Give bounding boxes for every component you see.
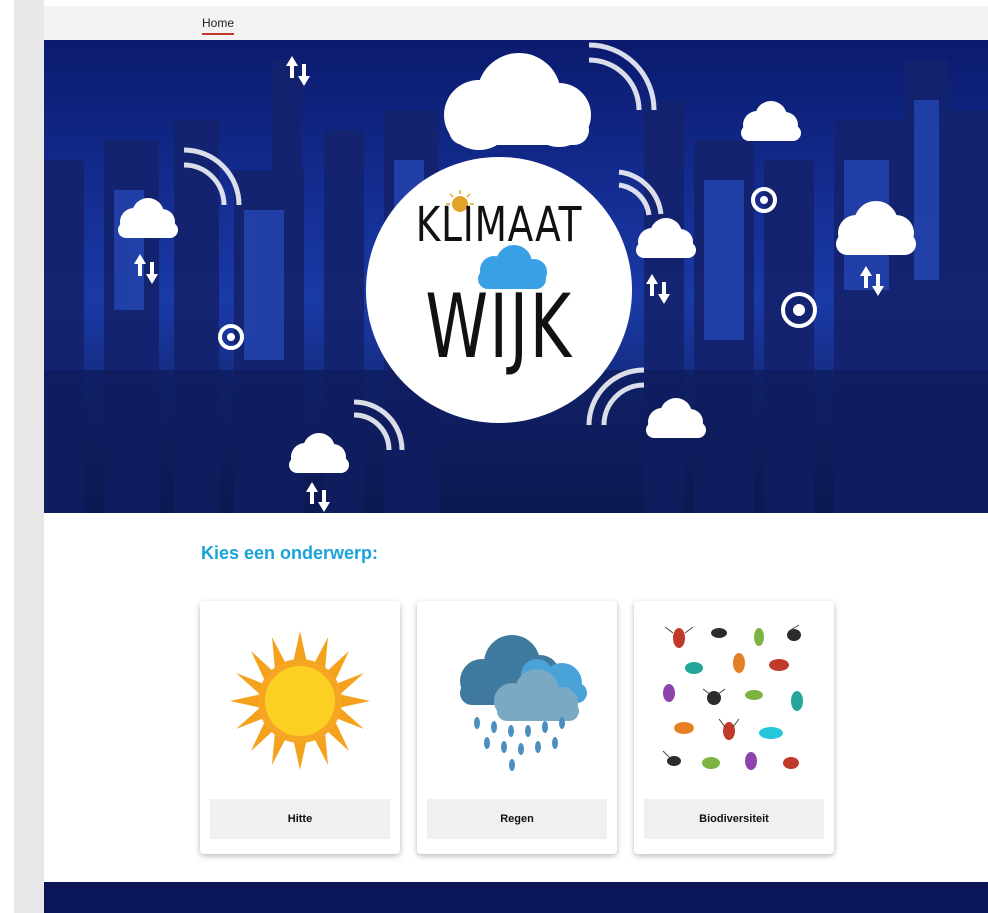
topic-card-label: Regen [427, 799, 607, 839]
page: Home KLIMAAT WIJK Kies een onderwerp: Hi… [44, 0, 988, 913]
topics-heading: Kies een onderwerp: [201, 543, 379, 563]
logo-text-klimaat: KLIMAAT [415, 197, 583, 253]
topic-card-regen[interactable]: Regen [417, 601, 617, 854]
insects-icon [659, 623, 809, 778]
nav-home-link[interactable]: Home [202, 16, 235, 35]
left-scroll-rail [14, 0, 44, 913]
footer-bar [44, 882, 988, 913]
topic-card-hitte[interactable]: Hitte [200, 601, 400, 854]
left-gutter [0, 0, 14, 913]
topic-card-biodiversiteit[interactable]: Biodiversiteit [634, 601, 834, 854]
top-navigation: Home [44, 6, 988, 40]
sun-icon [230, 631, 370, 770]
logo-text-wijk: WIJK [425, 275, 573, 378]
hero-banner: KLIMAAT WIJK [44, 40, 988, 513]
topic-card-label: Hitte [210, 799, 390, 839]
topic-card-label: Biodiversiteit [644, 799, 824, 839]
rain-cloud-icon [460, 635, 587, 771]
klimaatwijk-logo: KLIMAAT WIJK [366, 157, 632, 423]
